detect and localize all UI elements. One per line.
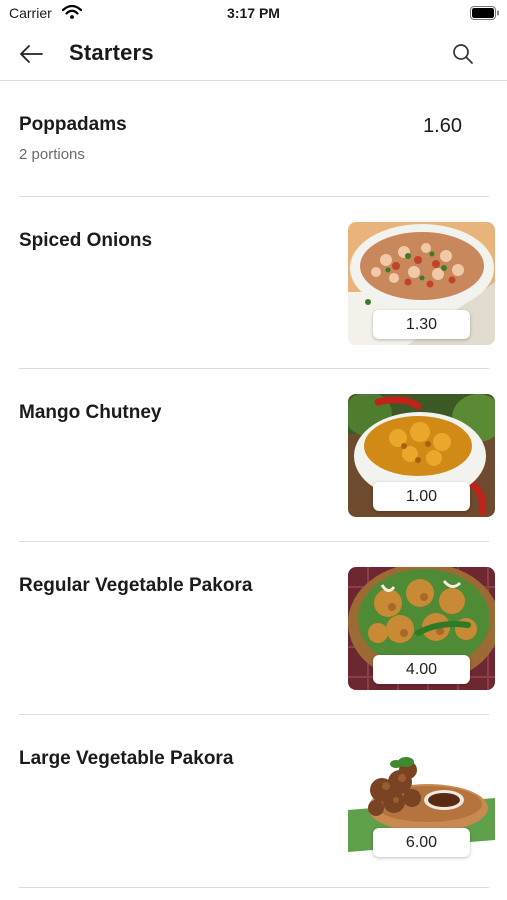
menu-item-mango-chutney[interactable]: Mango Chutney 1.00 xyxy=(19,369,495,542)
menu-item-regular-vegetable-pakora[interactable]: Regular Vegetable Pakora 4.00 xyxy=(19,542,495,715)
item-image-spiced-onions: 1.30 xyxy=(348,222,495,345)
menu-item-large-vegetable-pakora[interactable]: Large Vegetable Pakora 6.00 xyxy=(19,715,495,888)
item-price: 4.00 xyxy=(373,655,470,684)
item-text: Spiced Onions xyxy=(19,230,152,252)
item-image-regular-vegetable-pakora: 4.00 xyxy=(348,567,495,690)
item-text: Mango Chutney xyxy=(19,402,162,424)
item-price: 1.60 xyxy=(423,115,462,137)
item-text: Poppadams 2 portions xyxy=(19,114,127,163)
item-text: Regular Vegetable Pakora xyxy=(19,575,252,597)
search-button[interactable] xyxy=(448,38,478,70)
menu-item-spiced-onions[interactable]: Spiced Onions 1.30 xyxy=(19,197,495,369)
status-bar: Carrier 3:17 PM xyxy=(0,0,507,28)
item-name: Large Vegetable Pakora xyxy=(19,748,234,769)
item-price: 6.00 xyxy=(373,828,470,857)
menu-list: Poppadams 2 portions 1.60 Spiced Onions xyxy=(0,81,507,888)
item-image-mango-chutney: 1.00 xyxy=(348,394,495,517)
item-text: Large Vegetable Pakora xyxy=(19,748,233,770)
battery-icon xyxy=(470,6,499,20)
item-name: Spiced Onions xyxy=(19,230,153,251)
page-title: Starters xyxy=(69,40,154,65)
item-price: 1.00 xyxy=(373,482,470,511)
item-name: Mango Chutney xyxy=(19,402,162,423)
search-icon xyxy=(453,44,473,64)
item-price: 1.30 xyxy=(373,310,470,339)
arrow-left-icon xyxy=(20,45,43,63)
nav-bar: Starters xyxy=(0,28,507,81)
menu-item-poppadams[interactable]: Poppadams 2 portions 1.60 xyxy=(19,81,489,197)
clock-time: 3:17 PM xyxy=(227,5,280,21)
item-image-large-vegetable-pakora: 6.00 xyxy=(348,740,495,863)
back-button[interactable] xyxy=(14,38,48,70)
item-name: Poppadams xyxy=(19,114,127,135)
item-name: Regular Vegetable Pakora xyxy=(19,575,253,596)
item-description: 2 portions xyxy=(19,146,85,163)
